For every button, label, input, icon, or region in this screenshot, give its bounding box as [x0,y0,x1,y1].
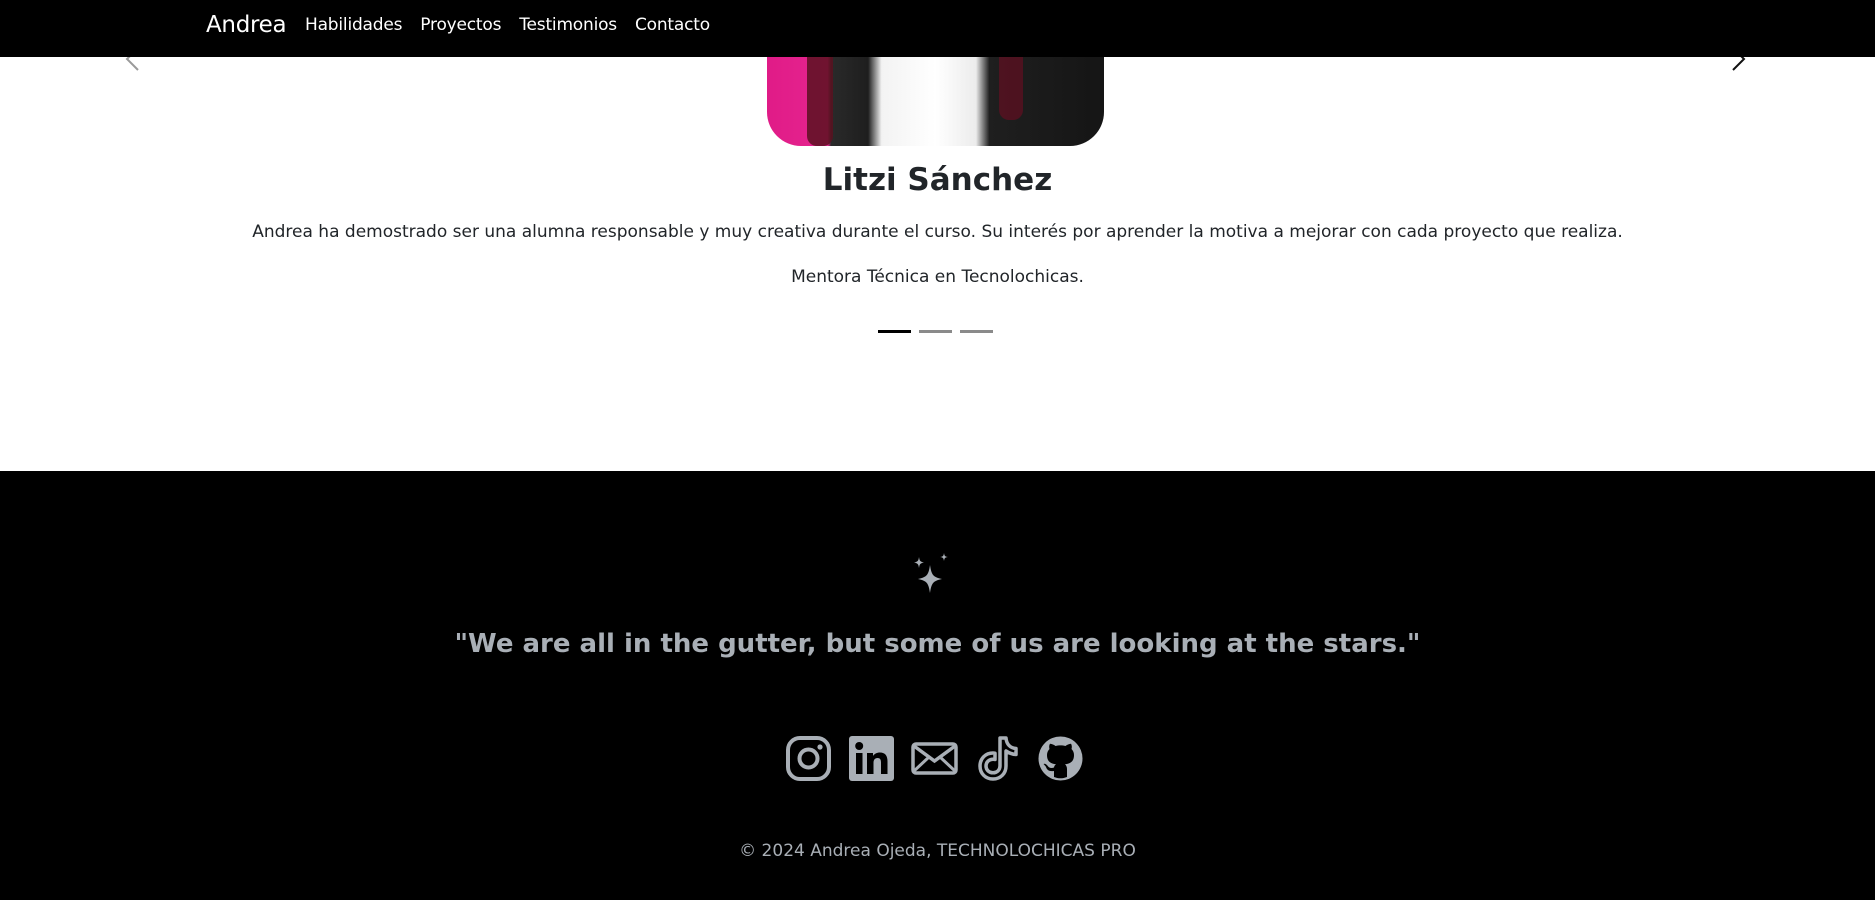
footer-quote: "We are all in the gutter, but some of u… [454,629,1421,659]
stars-icon [914,553,948,593]
social-links [785,735,1084,782]
carousel-indicator-3[interactable] [960,330,993,333]
testimonial-section: Litzi Sánchez Andrea ha demostrado ser u… [0,0,1875,471]
carousel-indicator-2[interactable] [919,330,952,333]
carousel-indicators [878,330,993,333]
carousel-indicator-1[interactable] [878,330,911,333]
email-link[interactable] [911,735,958,782]
navbar-brand[interactable]: Andrea [206,12,287,38]
footer-copyright: © 2024 Andrea Ojeda, TECHNOLOCHICAS PRO [739,841,1136,861]
nav-link-habilidades[interactable]: Habilidades [305,15,402,35]
instagram-link[interactable] [785,735,832,782]
nav-link-proyectos[interactable]: Proyectos [420,15,501,35]
linkedin-link[interactable] [848,735,895,782]
tiktok-link[interactable] [974,735,1021,782]
github-link[interactable] [1037,735,1084,782]
instagram-icon [786,736,831,781]
footer: "We are all in the gutter, but some of u… [0,471,1875,900]
navbar: Andrea Habilidades Proyectos Testimonios… [0,0,1875,57]
nav-links: Habilidades Proyectos Testimonios Contac… [305,15,728,35]
nav-link-testimonios[interactable]: Testimonios [519,15,617,35]
testimonial-quote: Andrea ha demostrado ser una alumna resp… [252,222,1623,242]
nav-link-contacto[interactable]: Contacto [635,15,710,35]
envelope-icon [911,742,958,775]
github-icon [1038,736,1083,781]
testimonial-role: Mentora Técnica en Tecnolochicas. [791,267,1084,287]
linkedin-icon [849,736,894,781]
tiktok-icon [978,736,1018,781]
testimonial-name: Litzi Sánchez [822,162,1053,198]
